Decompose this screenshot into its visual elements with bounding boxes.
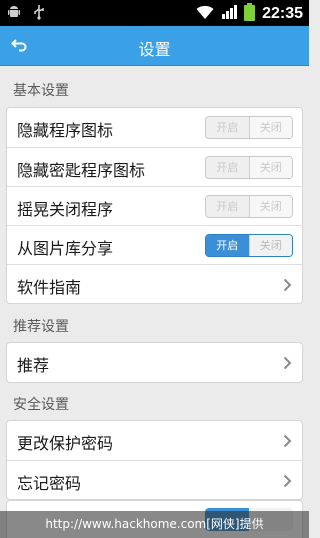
group-security: 更改保护密码 忘记密码	[6, 420, 303, 500]
page-title: 设置	[138, 40, 171, 59]
toggle-off-label: 关闭	[248, 196, 292, 217]
section-header-security: 安全设置	[13, 397, 69, 413]
chevron-right-icon	[283, 473, 292, 492]
row-recommend[interactable]: 推荐	[7, 343, 302, 382]
signal-icon	[221, 4, 238, 24]
group-basic: 隐藏程序图标 开启 关闭 隐藏密匙程序图标 开启 关闭 摇晃关闭程序 开启 关闭…	[6, 107, 303, 304]
chevron-right-icon	[283, 433, 292, 452]
android-debug-icon	[6, 4, 22, 24]
toggle-off-label: 关闭	[248, 157, 292, 178]
toggle-hide-key-icon[interactable]: 开启 关闭	[205, 156, 293, 179]
row-change-password[interactable]: 更改保护密码	[7, 421, 302, 460]
status-bar: 22:35	[0, 0, 309, 26]
watermark-banner: http://www.hackhome.com[网侠]提供	[0, 511, 309, 538]
row-label: 隐藏密匙程序图标	[17, 161, 146, 180]
row-label: 忘记密码	[17, 474, 82, 493]
chevron-right-icon	[283, 277, 292, 296]
toggle-shake-close[interactable]: 开启 关闭	[205, 195, 293, 218]
toggle-on-label: 开启	[216, 121, 239, 134]
section-header-recommend: 推荐设置	[13, 319, 69, 335]
section-header-basic: 基本设置	[13, 83, 69, 99]
toggle-share-from-gallery[interactable]: 开启 关闭	[205, 234, 293, 257]
settings-list[interactable]: 基本设置 隐藏程序图标 开启 关闭 隐藏密匙程序图标 开启 关闭 摇晃关闭程序 …	[0, 66, 309, 538]
battery-icon	[244, 3, 256, 25]
row-share-from-gallery[interactable]: 从图片库分享 开启 关闭	[7, 225, 302, 264]
toggle-on-label: 开启	[216, 161, 239, 174]
row-shake-close[interactable]: 摇晃关闭程序 开启 关闭	[7, 186, 302, 225]
toggle-off-label: 关闭	[248, 117, 292, 138]
wifi-icon	[196, 4, 214, 24]
row-forgot-password[interactable]: 忘记密码	[7, 460, 302, 499]
title-bar: 设置	[0, 26, 309, 66]
row-hide-key-icon[interactable]: 隐藏密匙程序图标 开启 关闭	[7, 147, 302, 186]
clock: 22:35	[262, 5, 303, 22]
row-software-guide[interactable]: 软件指南	[7, 264, 302, 303]
toggle-on-label: 开启	[216, 200, 239, 213]
row-label: 从图片库分享	[17, 239, 114, 258]
usb-icon	[32, 4, 46, 24]
row-label: 摇晃关闭程序	[17, 200, 114, 219]
row-label: 更改保护密码	[17, 434, 114, 453]
group-recommend: 推荐	[6, 342, 303, 383]
toggle-on-label: 开启	[206, 235, 249, 256]
toggle-hide-app-icon[interactable]: 开启 关闭	[205, 116, 293, 139]
chevron-right-icon	[283, 355, 292, 374]
row-hide-app-icon[interactable]: 隐藏程序图标 开启 关闭	[7, 108, 302, 147]
row-label: 软件指南	[17, 278, 82, 297]
row-label: 隐藏程序图标	[17, 121, 114, 140]
toggle-off-label: 关闭	[248, 235, 292, 256]
row-label: 推荐	[17, 356, 50, 375]
